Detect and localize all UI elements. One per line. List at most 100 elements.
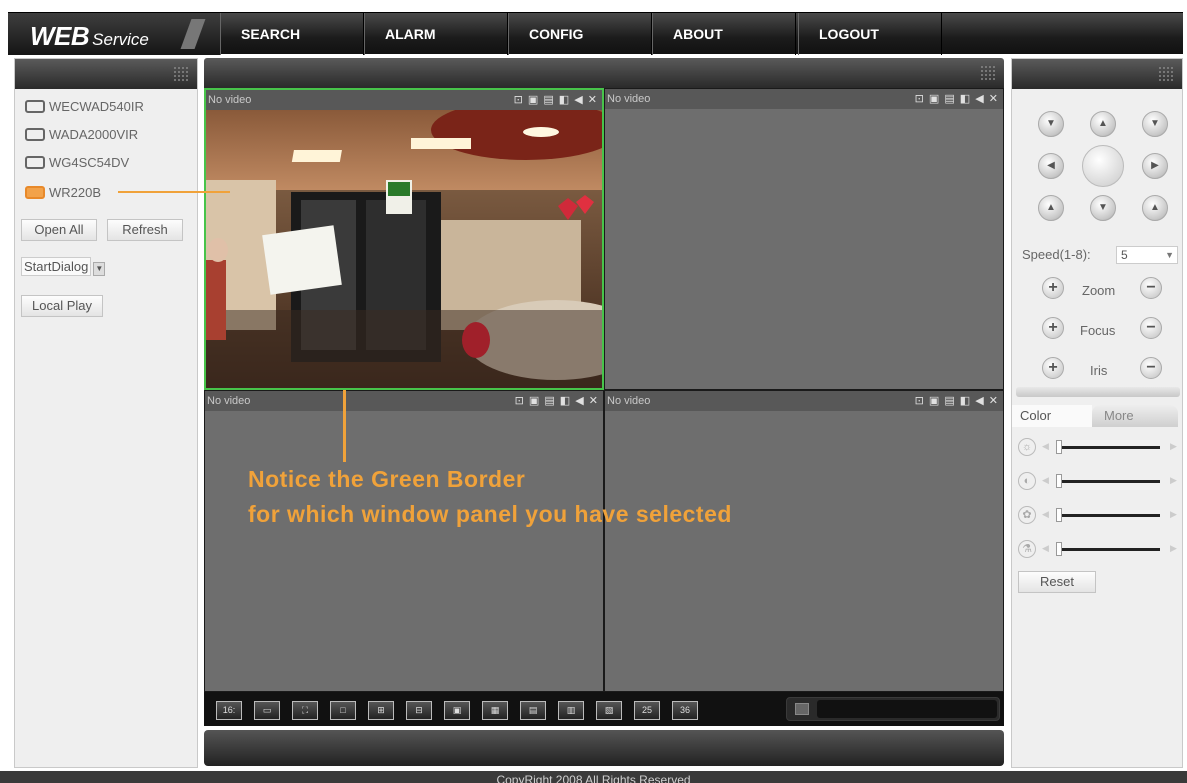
brightness-icon: ☼ xyxy=(1018,438,1036,456)
brightness-slider[interactable] xyxy=(1056,446,1160,449)
nav-alarm[interactable]: ALARM xyxy=(364,13,508,55)
slider-thumb[interactable] xyxy=(1056,474,1062,488)
refresh-button[interactable]: Refresh xyxy=(107,219,183,241)
slider-left-arrow-icon[interactable]: ◀ xyxy=(1042,475,1049,486)
slider-thumb[interactable] xyxy=(1056,440,1062,454)
layout-toolbar: 16: ▭ ⛶ □ ⊞ ⊟ ▣ ▦ ▤ ▥ ▧ 25 36 xyxy=(204,692,1004,726)
right-panel-header xyxy=(1012,59,1182,89)
pane-tool-icons[interactable]: ⊡ ▣ ▤ ◧ ◀ ✕ xyxy=(915,89,999,109)
slider-right-arrow-icon[interactable]: ▶ xyxy=(1170,543,1177,554)
device-list-panel: WECWAD540IR WADA2000VIR WG4SC54DV WR220B… xyxy=(14,58,198,768)
nav-search[interactable]: SEARCH xyxy=(220,13,364,55)
logo-sub-text: Service xyxy=(92,30,149,49)
device-item[interactable]: WADA2000VIR xyxy=(25,125,138,145)
device-item[interactable]: WECWAD540IR xyxy=(25,97,144,117)
saturation-slider[interactable] xyxy=(1056,514,1160,517)
video-pane-header: No video ⊡ ▣ ▤ ◧ ◀ ✕ xyxy=(206,90,602,110)
focus-far-button[interactable]: − xyxy=(1140,317,1162,339)
layout-16-icon[interactable]: ▥ xyxy=(558,701,584,720)
layout-25-icon[interactable]: 25 xyxy=(634,701,660,720)
nav-logout[interactable]: LOGOUT xyxy=(798,13,942,55)
annotation-text: for which window panel you have selected xyxy=(248,501,732,527)
layout-20-icon[interactable]: ▧ xyxy=(596,701,622,720)
tab-more[interactable]: More xyxy=(1092,405,1178,427)
nav-config[interactable]: CONFIG xyxy=(508,13,652,55)
pane-tool-icons[interactable]: ⊡ ▣ ▤ ◧ ◀ ✕ xyxy=(915,391,999,411)
device-name: WR220B xyxy=(49,185,102,200)
layout-4-icon[interactable]: ⊞ xyxy=(368,701,394,720)
ptz-up-right-button[interactable]: ▼ xyxy=(1142,111,1168,137)
video-pane[interactable]: No video ⊡ ▣ ▤ ◧ ◀ ✕ xyxy=(604,390,1004,692)
fullscreen-icon[interactable]: ⛶ xyxy=(292,701,318,720)
tab-color[interactable]: Color xyxy=(1012,405,1092,427)
layout-36-icon[interactable]: 36 xyxy=(672,701,698,720)
logo-swoosh xyxy=(180,19,206,49)
pane-tool-icons[interactable]: ⊡ ▣ ▤ ◧ ◀ ✕ xyxy=(514,90,598,110)
device-name: WG4SC54DV xyxy=(49,155,130,170)
iris-label: Iris xyxy=(1090,363,1108,378)
ptz-left-button[interactable]: ◀ xyxy=(1038,153,1064,179)
open-all-button[interactable]: Open All xyxy=(21,219,97,241)
ptz-center-button[interactable] xyxy=(1082,145,1124,187)
layout-1-icon[interactable]: □ xyxy=(330,701,356,720)
stop-icon[interactable] xyxy=(795,703,809,715)
camera-icon-active xyxy=(25,186,45,199)
focus-near-button[interactable]: + xyxy=(1042,317,1064,339)
start-dialog-label: StartDialog xyxy=(21,257,92,276)
video-pane-selected[interactable]: No video ⊡ ▣ ▤ ◧ ◀ ✕ xyxy=(204,88,604,390)
slider-left-arrow-icon[interactable]: ◀ xyxy=(1042,509,1049,520)
contrast-slider-row: ◐ ◀ ▶ xyxy=(1018,471,1180,491)
grip-icon xyxy=(173,66,189,82)
iris-close-button[interactable]: − xyxy=(1140,357,1162,379)
ptz-down-left-button[interactable]: ▲ xyxy=(1038,195,1064,221)
ptz-down-right-button[interactable]: ▲ xyxy=(1142,195,1168,221)
hue-slider[interactable] xyxy=(1056,548,1160,551)
layout-6-icon[interactable]: ⊟ xyxy=(406,701,432,720)
fit-icon[interactable]: ▭ xyxy=(254,701,280,720)
ptz-right-button[interactable]: ▶ xyxy=(1142,153,1168,179)
device-item[interactable]: WG4SC54DV xyxy=(25,153,129,173)
saturation-slider-row: ✿ ◀ ▶ xyxy=(1018,505,1180,525)
local-play-button[interactable]: Local Play xyxy=(21,295,103,317)
annotation-pointer-line xyxy=(343,390,346,462)
device-item-active[interactable]: WR220B xyxy=(25,183,101,203)
contrast-slider[interactable] xyxy=(1056,480,1160,483)
speed-label: Speed(1-8): xyxy=(1022,247,1091,262)
zoom-out-button[interactable]: − xyxy=(1140,277,1162,299)
slider-right-arrow-icon[interactable]: ▶ xyxy=(1170,475,1177,486)
video-pane[interactable]: No video ⊡ ▣ ▤ ◧ ◀ ✕ xyxy=(604,88,1004,390)
slider-left-arrow-icon[interactable]: ◀ xyxy=(1042,441,1049,452)
layout-8-icon[interactable]: ▣ xyxy=(444,701,470,720)
slider-right-arrow-icon[interactable]: ▶ xyxy=(1170,441,1177,452)
nav-about[interactable]: ABOUT xyxy=(652,13,796,55)
reset-button[interactable]: Reset xyxy=(1018,571,1096,593)
layout-13-icon[interactable]: ▤ xyxy=(520,701,546,720)
camera-icon xyxy=(25,156,45,169)
camera-icon xyxy=(25,100,45,113)
video-pane[interactable]: No video ⊡ ▣ ▤ ◧ ◀ ✕ xyxy=(204,390,604,692)
zoom-label: Zoom xyxy=(1082,283,1116,298)
zoom-in-button[interactable]: + xyxy=(1042,277,1064,299)
slider-thumb[interactable] xyxy=(1056,508,1062,522)
camera-feed-image xyxy=(206,110,602,388)
progress-field[interactable] xyxy=(817,700,997,718)
ratio-icon[interactable]: 16: xyxy=(216,701,242,720)
speed-select[interactable]: 5 ▼ xyxy=(1116,246,1178,264)
contrast-icon: ◐ xyxy=(1018,472,1036,490)
ptz-down-button[interactable]: ▼ xyxy=(1090,195,1116,221)
slider-right-arrow-icon[interactable]: ▶ xyxy=(1170,509,1177,520)
slider-left-arrow-icon[interactable]: ◀ xyxy=(1042,543,1049,554)
video-pane-header: No video ⊡ ▣ ▤ ◧ ◀ ✕ xyxy=(605,89,1003,109)
slider-thumb[interactable] xyxy=(1056,542,1062,556)
start-dialog-dropdown[interactable]: StartDialog ▼ xyxy=(19,257,119,279)
ptz-up-button[interactable]: ▲ xyxy=(1090,111,1116,137)
chevron-down-icon[interactable]: ▼ xyxy=(93,262,106,276)
ptz-up-left-button[interactable]: ▼ xyxy=(1038,111,1064,137)
ptz-control-panel: ▼ ▲ ▼ ◀ ▶ ▲ ▼ ▲ Speed(1-8): 5 ▼ + Zoom − … xyxy=(1011,58,1183,768)
saturation-icon: ✿ xyxy=(1018,506,1036,524)
layout-9-icon[interactable]: ▦ xyxy=(482,701,508,720)
iris-open-button[interactable]: + xyxy=(1042,357,1064,379)
pane-tool-icons[interactable]: ⊡ ▣ ▤ ◧ ◀ ✕ xyxy=(515,391,599,411)
collapse-handle[interactable] xyxy=(1016,387,1180,397)
hue-slider-row: ⚗ ◀ ▶ xyxy=(1018,539,1180,559)
